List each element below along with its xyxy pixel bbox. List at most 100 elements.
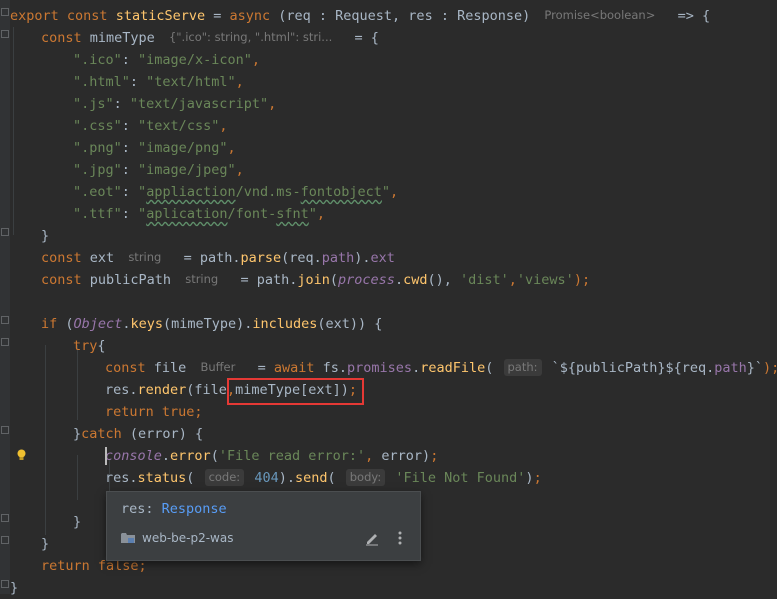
inlay-hint: code: [204,469,245,486]
indent-guide [77,455,78,500]
more-vertical-icon[interactable] [396,530,404,546]
fold-marker-icon[interactable] [1,426,9,434]
code-line[interactable]: ".png": "image/png", [73,137,236,159]
code-line[interactable]: try{ [73,335,106,357]
code-line[interactable]: ".js": "text/javascript", [73,93,276,115]
fold-marker-icon[interactable] [1,536,9,544]
code-token: (req. [281,250,322,266]
code-line[interactable]: } [41,225,49,247]
code-token: = { [338,30,379,46]
code-token: ). [278,470,295,486]
code-line[interactable]: const publicPath string = path.join(proc… [41,269,590,291]
folder-icon [121,533,135,543]
fold-marker-icon[interactable] [1,30,9,38]
code-line[interactable]: ".css": "text/css", [73,115,227,137]
code-token: join [297,272,330,288]
code-line[interactable]: ".ico": "image/x-icon", [73,49,260,71]
inlay-hint: {".ico": string, ".html": stri... [168,30,333,44]
code-token: fs. [322,360,348,376]
code-line[interactable]: ".ttf": "aplication/font-sfnt", [73,203,325,225]
inlay-hint: string [185,272,219,286]
code-token: , [235,162,244,178]
code-line[interactable]: ".jpg": "image/jpeg", [73,159,244,181]
code-token: Object [73,316,123,332]
annotation-highlight-box [227,378,364,405]
fold-marker-icon[interactable] [1,580,9,588]
code-token: 404 [254,470,279,486]
code-token: parse [240,250,282,266]
code-line[interactable]: } [73,511,81,533]
editor-gutter [0,0,10,594]
code-token: = [241,360,274,376]
code-line[interactable]: return true; [105,401,203,423]
code-token: ( [210,448,219,464]
fold-marker-icon[interactable] [1,514,9,522]
code-token: ; [533,470,542,486]
quick-doc-popup: res: Response web-be-p2-was [106,491,421,561]
code-token: " [381,184,391,200]
code-token: : [121,162,139,178]
code-token: , [268,96,277,112]
code-token: ".jpg" [73,162,122,178]
code-token: , [227,140,236,156]
code-token: : [121,118,139,134]
code-line[interactable]: }catch (error) { [73,423,203,445]
code-token: const [41,250,90,266]
code-line[interactable]: const mimeType {".ico": string, ".html":… [41,27,379,49]
code-editor[interactable]: export const staticServe = async (req : … [0,0,777,596]
code-token: "text/javascript" [129,96,269,112]
popup-source-module[interactable]: web-be-p2-was [142,531,233,545]
code-line[interactable]: ".html": "text/html", [73,71,244,93]
code-line[interactable]: } [41,533,49,555]
code-token: . [161,448,171,464]
code-line[interactable]: const file Buffer = await fs.promises.re… [105,357,777,379]
pencil-icon[interactable] [364,530,380,546]
code-line[interactable]: } [10,577,18,599]
code-line[interactable]: if (Object.keys(mimeType).includes(ext))… [41,313,382,335]
code-token: (file [186,382,227,398]
fold-marker-icon[interactable] [1,228,9,236]
code-token: (req : Request, res : Response) [278,8,531,24]
code-token: res. [105,382,138,398]
code-token: ext [89,250,115,266]
fold-marker-icon[interactable] [1,338,9,346]
code-token: "image/x-icon" [138,52,252,68]
code-token: 'dist' [459,272,509,288]
code-token: ( [329,272,339,288]
code-token: res. [105,470,138,486]
code-token: ".ico" [73,52,122,68]
code-token: path [321,250,355,266]
code-token: = [205,8,230,24]
popup-type-link[interactable]: Response [162,501,227,517]
code-line[interactable]: ".eot": "appliaction/vnd.ms-fontobject", [73,181,398,203]
code-line[interactable]: export const staticServe = async (req : … [10,5,710,27]
code-line[interactable]: res.status( code: 404).send( body: 'File… [105,467,542,489]
code-token: ; [194,404,203,420]
code-token: : [129,74,147,90]
code-token: , [316,206,326,222]
code-token: path [714,360,747,376]
code-token: try [73,338,98,354]
code-token: readFile [420,360,486,376]
code-token: = path. [224,272,298,288]
code-token: ); [573,272,591,288]
code-token: true [161,404,195,420]
code-token: } [73,426,82,442]
code-token: ( [485,360,502,376]
fold-marker-icon[interactable] [1,316,9,324]
code-token: ; [430,448,439,464]
code-token: "image/jpeg" [138,162,236,178]
code-token: " [138,206,147,222]
code-line[interactable]: const ext string = path.parse(req.path).… [41,247,395,269]
code-token: => { [661,8,711,24]
fold-marker-icon[interactable] [1,8,9,16]
code-token: includes [252,316,318,332]
lightbulb-icon[interactable] [16,449,27,461]
code-token: } [73,514,82,530]
code-line[interactable]: console.error('File read error:', error)… [105,445,438,467]
code-token: : [121,52,139,68]
code-token: "text/html" [146,74,236,90]
popup-separator: : [145,501,162,517]
code-token: ".png" [73,140,122,156]
